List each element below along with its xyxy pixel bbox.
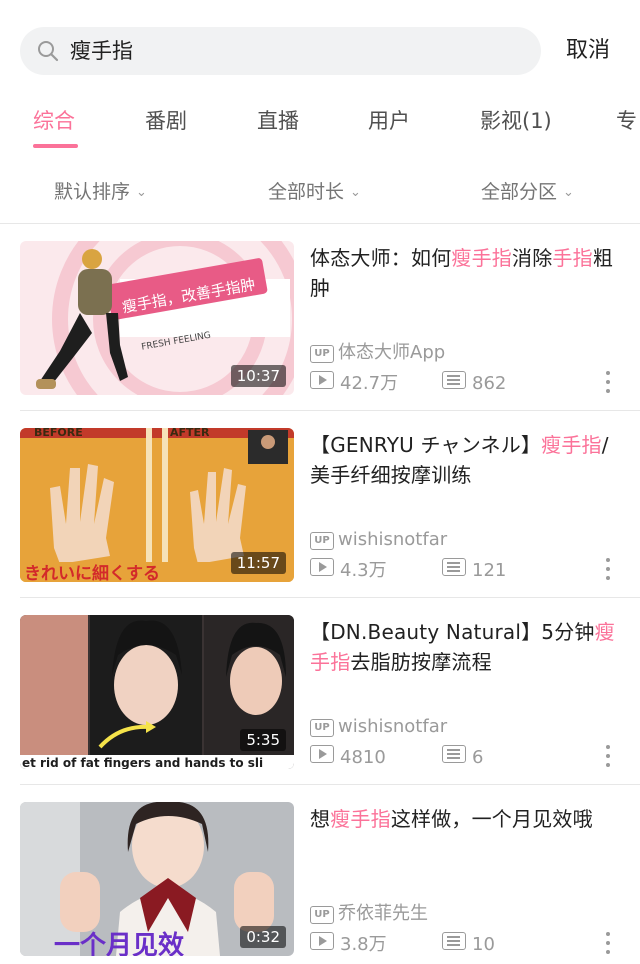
search-query[interactable]: 瘦手指 (70, 37, 133, 65)
more-vertical-icon[interactable] (604, 932, 612, 958)
view-count: 3.8万 (340, 934, 387, 955)
danmaku-count: 121 (472, 560, 507, 581)
more-vertical-icon[interactable] (604, 745, 612, 771)
uploader-name: 乔依菲先生 (338, 903, 428, 924)
search-header: 瘦手指 取消 (0, 0, 640, 100)
divider (20, 410, 640, 411)
video-title[interactable]: 【GENRYU チャンネル】瘦手指/美手纤细按摩训练 (310, 430, 620, 490)
danmaku-icon (442, 371, 466, 389)
category-filter[interactable]: 全部分区 ⌄ (481, 178, 574, 207)
tab-film[interactable]: 影视(1) (480, 106, 552, 136)
title-text: 【GENRYU チャンネル】 (310, 433, 542, 457)
danmaku-stat: 121 (442, 558, 506, 583)
danmaku-icon (442, 558, 466, 576)
video-item[interactable]: BEFORE AFTER きれいに細くする 11:57 【GENRYU チャンネ… (0, 428, 640, 615)
sort-filter[interactable]: 默认排序 ⌄ (54, 178, 147, 207)
video-title[interactable]: 想瘦手指这样做，一个月见效哦 (310, 804, 620, 834)
title-keyword: 瘦手指 (541, 433, 602, 457)
chevron-down-icon: ⌄ (350, 185, 361, 200)
video-thumbnail[interactable]: 一个月见效 0:32 (20, 802, 294, 956)
play-count-icon (310, 371, 334, 389)
title-keyword: 瘦手指 (451, 246, 513, 270)
stats-line: 4.3万 (310, 558, 387, 583)
title-text: 想 (310, 807, 331, 831)
view-count: 4810 (340, 747, 386, 768)
view-count: 42.7万 (340, 373, 399, 394)
thumb-caption: et rid of fat fingers and hands to sli (22, 756, 263, 769)
danmaku-stat: 862 (442, 371, 506, 396)
danmaku-icon (442, 932, 466, 950)
more-vertical-icon[interactable] (604, 371, 612, 397)
up-badge-icon: UP (310, 906, 334, 924)
title-keyword: 手指 (552, 246, 593, 270)
video-thumbnail[interactable]: et rid of fat fingers and hands to sli 5… (20, 615, 294, 769)
duration-filter-label: 全部时长 (268, 181, 345, 203)
danmaku-stat: 10 (442, 932, 495, 957)
thumb-caption: 一个月见效 (54, 930, 184, 956)
up-badge-icon: UP (310, 532, 334, 550)
title-text: 体态大师：如何 (310, 246, 452, 270)
uploader-name: wishisnotfar (338, 529, 448, 550)
filter-bar: 默认排序 ⌄ 全部时长 ⌄ 全部分区 ⌄ (0, 170, 640, 218)
video-item[interactable]: 一个月见效 0:32 想瘦手指这样做，一个月见效哦 UP 乔依菲先生 3.8万 1… (0, 802, 640, 964)
divider (20, 784, 640, 785)
tab-users[interactable]: 用户 (368, 106, 410, 136)
duration-filter[interactable]: 全部时长 ⌄ (268, 178, 361, 207)
title-text: 去脂肪按摩流程 (350, 650, 492, 674)
tab-live[interactable]: 直播 (257, 106, 299, 136)
title-text: 这样做，一个月见效哦 (390, 807, 593, 831)
sort-filter-label: 默认排序 (54, 181, 131, 203)
cancel-button[interactable]: 取消 (566, 36, 610, 66)
play-count-icon (310, 558, 334, 576)
uploader-line[interactable]: UP 体态大师App (310, 341, 445, 365)
result-tabs: 综合 番剧 直播 用户 影视(1) 专 (0, 100, 640, 156)
search-icon (38, 41, 59, 62)
up-badge-icon: UP (310, 719, 334, 737)
chevron-down-icon: ⌄ (563, 185, 574, 200)
title-text: 消除 (512, 246, 553, 270)
video-duration: 10:37 (230, 365, 286, 387)
divider (20, 597, 640, 598)
title-text: 【DN.Beauty Natural】5分钟 (310, 620, 595, 644)
uploader-line[interactable]: UP 乔依菲先生 (310, 902, 428, 926)
uploader-line[interactable]: UP wishisnotfar (310, 528, 447, 552)
uploader-name: 体态大师App (338, 342, 446, 363)
view-count: 4.3万 (340, 560, 387, 581)
thumb-after-label: AFTER (170, 428, 210, 439)
tab-all[interactable]: 综合 (33, 106, 75, 136)
video-thumbnail[interactable]: 瘦手指，改善手指肿 FRESH FEELING 10:37 (20, 241, 294, 395)
video-duration: 5:35 (240, 729, 286, 751)
danmaku-stat: 6 (442, 745, 483, 770)
thumb-before-label: BEFORE (34, 428, 83, 439)
video-item[interactable]: et rid of fat fingers and hands to sli 5… (0, 615, 640, 802)
play-count-icon (310, 932, 334, 950)
more-vertical-icon[interactable] (604, 558, 612, 584)
danmaku-icon (442, 745, 466, 763)
thumb-caption: きれいに細くする (24, 563, 160, 582)
search-input[interactable]: 瘦手指 (20, 27, 541, 75)
stats-line: 4810 (310, 745, 386, 770)
stats-line: 42.7万 (310, 371, 398, 396)
video-title[interactable]: 体态大师：如何瘦手指消除手指粗肿 (310, 243, 620, 303)
video-duration: 11:57 (230, 552, 286, 574)
category-filter-label: 全部分区 (481, 181, 558, 203)
video-title[interactable]: 【DN.Beauty Natural】5分钟瘦手指去脂肪按摩流程 (310, 617, 620, 677)
title-keyword: 瘦手指 (330, 807, 391, 831)
divider (0, 223, 640, 224)
danmaku-count: 862 (472, 373, 507, 394)
danmaku-count: 6 (472, 747, 484, 768)
uploader-name: wishisnotfar (338, 716, 448, 737)
stats-line: 3.8万 (310, 932, 387, 957)
video-item[interactable]: 瘦手指，改善手指肿 FRESH FEELING 10:37 体态大师：如何瘦手指… (0, 241, 640, 428)
up-badge-icon: UP (310, 345, 334, 363)
video-thumbnail[interactable]: BEFORE AFTER きれいに細くする 11:57 (20, 428, 294, 582)
play-count-icon (310, 745, 334, 763)
uploader-line[interactable]: UP wishisnotfar (310, 715, 447, 739)
active-tab-indicator (33, 144, 78, 148)
video-duration: 0:32 (240, 926, 286, 948)
tab-bangumi[interactable]: 番剧 (145, 106, 187, 136)
tab-special[interactable]: 专 (616, 106, 637, 136)
chevron-down-icon: ⌄ (136, 185, 147, 200)
danmaku-count: 10 (472, 934, 495, 955)
